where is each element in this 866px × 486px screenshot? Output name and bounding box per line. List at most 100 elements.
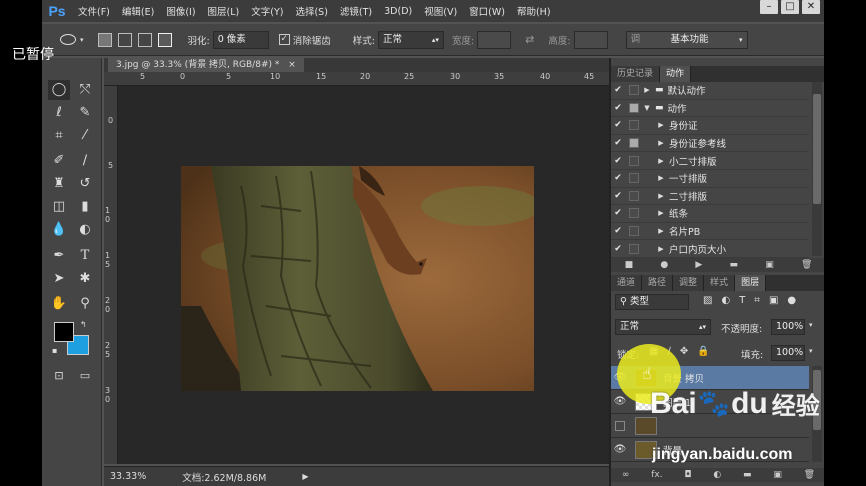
eye-icon[interactable]: 👁 <box>611 444 629 455</box>
antialias-checkbox[interactable]: ✓ <box>278 34 290 45</box>
close-icon[interactable]: × <box>288 60 296 70</box>
action-row[interactable]: ✔ ▶ 身份证参考线 <box>611 135 809 153</box>
new-set-icon[interactable]: ▬ <box>730 260 739 270</box>
tab-layers[interactable]: 图层 <box>735 275 767 291</box>
menu-image[interactable]: 图像(I) <box>160 4 201 18</box>
type-filter-icon[interactable]: T <box>739 295 745 306</box>
expand-icon[interactable]: ▶ <box>653 121 669 129</box>
menu-layer[interactable]: 图层(L) <box>202 4 246 18</box>
history-brush-tool-icon[interactable]: ↺ <box>74 174 96 194</box>
hand-tool-icon[interactable]: ✋ <box>48 294 70 314</box>
restore-button[interactable]: □ <box>781 0 799 14</box>
expand-icon[interactable]: ▶ <box>653 245 669 253</box>
dialog-toggle[interactable] <box>629 173 639 184</box>
path-select-tool-icon[interactable]: ➤ <box>48 269 70 289</box>
check-icon[interactable]: ✔ <box>611 208 625 218</box>
menu-window[interactable]: 窗口(W) <box>463 4 511 18</box>
dialog-toggle[interactable] <box>629 243 639 254</box>
subtract-selection-icon[interactable] <box>137 32 152 47</box>
dodge-tool-icon[interactable]: ◐ <box>74 220 96 240</box>
layer-style-icon[interactable]: fx. <box>651 470 662 480</box>
action-row[interactable]: ✔ ▶ 身份证 <box>611 117 809 135</box>
chevron-down-icon[interactable]: ▾ <box>80 36 84 44</box>
check-icon[interactable]: ✔ <box>611 191 625 201</box>
dialog-toggle[interactable] <box>629 85 639 96</box>
style-select[interactable]: 正常 ▴▾ <box>377 30 444 49</box>
menu-edit[interactable]: 编辑(E) <box>116 4 160 18</box>
menu-file[interactable]: 文件(F) <box>72 4 116 18</box>
expand-icon[interactable]: ▶ <box>653 227 669 235</box>
action-row[interactable]: ✔ ▶ 小二寸排版 <box>611 152 809 170</box>
filter-toggle-icon[interactable]: ● <box>787 295 796 306</box>
status-menu-arrow-icon[interactable]: ▶ <box>302 472 308 481</box>
lock-position-icon[interactable]: ✥ <box>680 346 688 357</box>
action-row[interactable]: ✔ ▶ 一寸排版 <box>611 170 809 188</box>
delete-icon[interactable]: 🗑 <box>804 470 815 480</box>
action-row[interactable]: ✔ ▶ 纸条 <box>611 205 809 223</box>
adjustment-layer-icon[interactable]: ◐ <box>713 470 721 480</box>
adjust-filter-icon[interactable]: ◐ <box>721 295 730 306</box>
expand-icon[interactable]: ▶ <box>639 86 655 94</box>
check-icon[interactable]: ✔ <box>611 156 625 166</box>
brush-tool-icon[interactable]: ∕ <box>74 151 96 171</box>
dialog-toggle[interactable] <box>629 190 639 201</box>
check-icon[interactable]: ✔ <box>611 138 625 148</box>
check-icon[interactable]: ✔ <box>611 244 625 254</box>
pixel-filter-icon[interactable]: ▨ <box>703 295 712 306</box>
expand-icon[interactable]: ▶ <box>653 192 669 200</box>
add-selection-icon[interactable] <box>117 32 132 47</box>
check-icon[interactable]: ✔ <box>611 120 625 130</box>
action-row[interactable]: ✔ ▼ ▬ 动作 <box>611 100 809 118</box>
menu-select[interactable]: 选择(S) <box>289 4 333 18</box>
expand-icon[interactable]: ▶ <box>653 209 669 217</box>
expand-icon[interactable]: ▶ <box>653 157 669 165</box>
default-colors-icon[interactable]: ▪ <box>52 346 57 355</box>
eraser-tool-icon[interactable]: ◫ <box>48 197 70 217</box>
check-icon[interactable]: ✔ <box>611 85 625 95</box>
dialog-toggle[interactable] <box>629 138 639 149</box>
record-icon[interactable]: ● <box>660 260 668 270</box>
dialog-toggle[interactable] <box>629 226 639 237</box>
check-icon[interactable]: ✔ <box>611 226 625 236</box>
tab-history[interactable]: 历史记录 <box>611 66 661 82</box>
intersect-selection-icon[interactable] <box>157 32 172 47</box>
healing-brush-tool-icon[interactable]: ✐ <box>48 151 70 171</box>
height-input[interactable] <box>573 30 608 49</box>
check-icon[interactable]: ✔ <box>611 173 625 183</box>
fill-input[interactable]: 100% <box>771 345 805 361</box>
quick-select-tool-icon[interactable]: ✎ <box>74 103 96 123</box>
dialog-toggle[interactable] <box>629 208 639 219</box>
smart-filter-icon[interactable]: ▣ <box>769 295 778 306</box>
ellipse-marquee-preset-icon[interactable] <box>60 34 76 45</box>
chevron-down-icon[interactable]: ▾ <box>809 321 813 329</box>
group-icon[interactable]: ▬ <box>743 470 752 480</box>
eye-icon[interactable]: 👁 <box>611 396 629 407</box>
shape-filter-icon[interactable]: ⌗ <box>754 295 760 306</box>
new-action-icon[interactable]: ▣ <box>765 260 774 270</box>
stop-icon[interactable]: ■ <box>625 260 634 270</box>
screen-mode-icon[interactable]: ▭ <box>74 366 96 386</box>
type-tool-icon[interactable]: T <box>74 246 96 266</box>
lock-all-icon[interactable]: 🔒 <box>697 346 709 357</box>
delete-icon[interactable]: 🗑 <box>801 260 812 270</box>
dialog-toggle[interactable] <box>629 155 639 166</box>
action-row[interactable]: ✔ ▶ 户口内页大小 <box>611 240 809 258</box>
move-tool-icon[interactable]: ⤲ <box>74 80 96 100</box>
link-layers-icon[interactable]: ∞ <box>622 470 630 480</box>
feather-input[interactable]: 0 像素 <box>212 30 269 49</box>
zoom-tool-icon[interactable]: ⚲ <box>74 294 96 314</box>
dialog-toggle[interactable] <box>629 120 639 131</box>
marquee-tool-icon[interactable]: ◯ <box>48 80 70 100</box>
tab-styles[interactable]: 样式 <box>704 275 736 291</box>
crop-tool-icon[interactable]: ⌗ <box>48 126 70 146</box>
menu-type[interactable]: 文字(Y) <box>245 4 289 18</box>
clone-stamp-tool-icon[interactable]: ♜ <box>48 174 70 194</box>
chevron-down-icon[interactable]: ▾ <box>809 347 813 355</box>
actions-scrollbar[interactable] <box>812 82 822 256</box>
width-input[interactable] <box>477 30 512 49</box>
tab-paths[interactable]: 路径 <box>642 275 674 291</box>
layer-filter-select[interactable]: ⚲ 类型 <box>615 294 689 310</box>
expand-icon[interactable]: ▼ <box>639 104 655 112</box>
tab-adjustments[interactable]: 调整 <box>673 275 705 291</box>
dialog-toggle[interactable] <box>629 102 639 113</box>
